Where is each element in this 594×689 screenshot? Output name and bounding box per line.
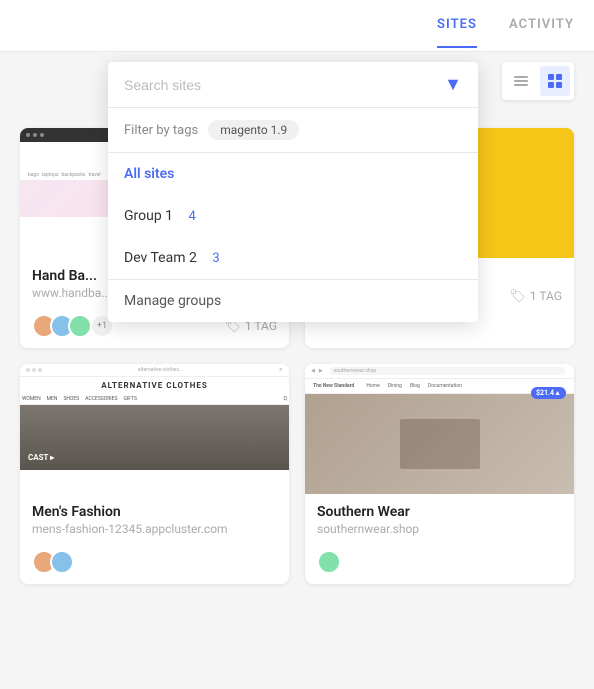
card-info-southern: Southern Wear southernwear.shop xyxy=(305,494,574,544)
nav-tabs: SITES ACTIVITY xyxy=(437,3,574,48)
card-preview-southern: ◀▶ southernwear.shop The New Standard Ho… xyxy=(305,364,574,494)
price-badge: $21.4▲ xyxy=(531,387,566,399)
avatar xyxy=(50,550,74,574)
filter-tags-row: Filter by tags magento 1.9 xyxy=(108,108,478,153)
avatar xyxy=(317,550,341,574)
card-footer-fashion xyxy=(20,544,289,584)
card-tags-yellow: 🏷 1 TAG xyxy=(509,289,562,304)
card-preview-fashion: alternative-clothes... ✕ ALTERNATIVE CLO… xyxy=(20,364,289,494)
tab-activity[interactable]: ACTIVITY xyxy=(509,3,574,48)
active-tag-badge[interactable]: magento 1.9 xyxy=(208,120,299,140)
card-title-southern: Southern Wear xyxy=(317,504,562,520)
sites-dropdown: ▼ Filter by tags magento 1.9 All sites G… xyxy=(108,62,478,322)
grid-view-button[interactable] xyxy=(540,66,570,96)
tag-count: 1 TAG xyxy=(530,289,562,303)
dropdown-search-row: ▼ xyxy=(108,62,478,108)
card-title-fashion: Men's Fashion xyxy=(32,504,277,520)
card-url-southern: southernwear.shop xyxy=(317,522,562,536)
filter-label: Filter by tags xyxy=(124,123,198,138)
search-input[interactable] xyxy=(124,77,436,93)
dropdown-dev-team-2[interactable]: Dev Team 2 3 xyxy=(108,237,478,279)
list-view-button[interactable] xyxy=(506,66,536,96)
card-avatars-fashion xyxy=(32,550,68,574)
avatar xyxy=(68,314,92,338)
card-info-fashion: Men's Fashion mens-fashion-12345.appclus… xyxy=(20,494,289,544)
tag-icon: 🏷 xyxy=(509,289,526,304)
manage-groups-button[interactable]: Manage groups xyxy=(108,279,478,322)
header: SITES ACTIVITY xyxy=(0,0,594,52)
card-url-fashion: mens-fashion-12345.appcluster.com xyxy=(32,522,277,536)
site-card-southern-wear[interactable]: ◀▶ southernwear.shop The New Standard Ho… xyxy=(305,364,574,584)
main-content: ▼ Filter by tags magento 1.9 All sites G… xyxy=(0,52,594,600)
card-avatars-handbags: +1 xyxy=(32,314,114,338)
filter-icon[interactable]: ▼ xyxy=(444,74,462,95)
view-toggles xyxy=(502,62,574,100)
dropdown-all-sites[interactable]: All sites xyxy=(108,153,478,195)
card-footer-southern xyxy=(305,544,574,584)
card-avatars-southern xyxy=(317,550,335,574)
site-card-mens-fashion[interactable]: alternative-clothes... ✕ ALTERNATIVE CLO… xyxy=(20,364,289,584)
tab-sites[interactable]: SITES xyxy=(437,3,477,48)
dropdown-group-1[interactable]: Group 1 4 xyxy=(108,195,478,237)
